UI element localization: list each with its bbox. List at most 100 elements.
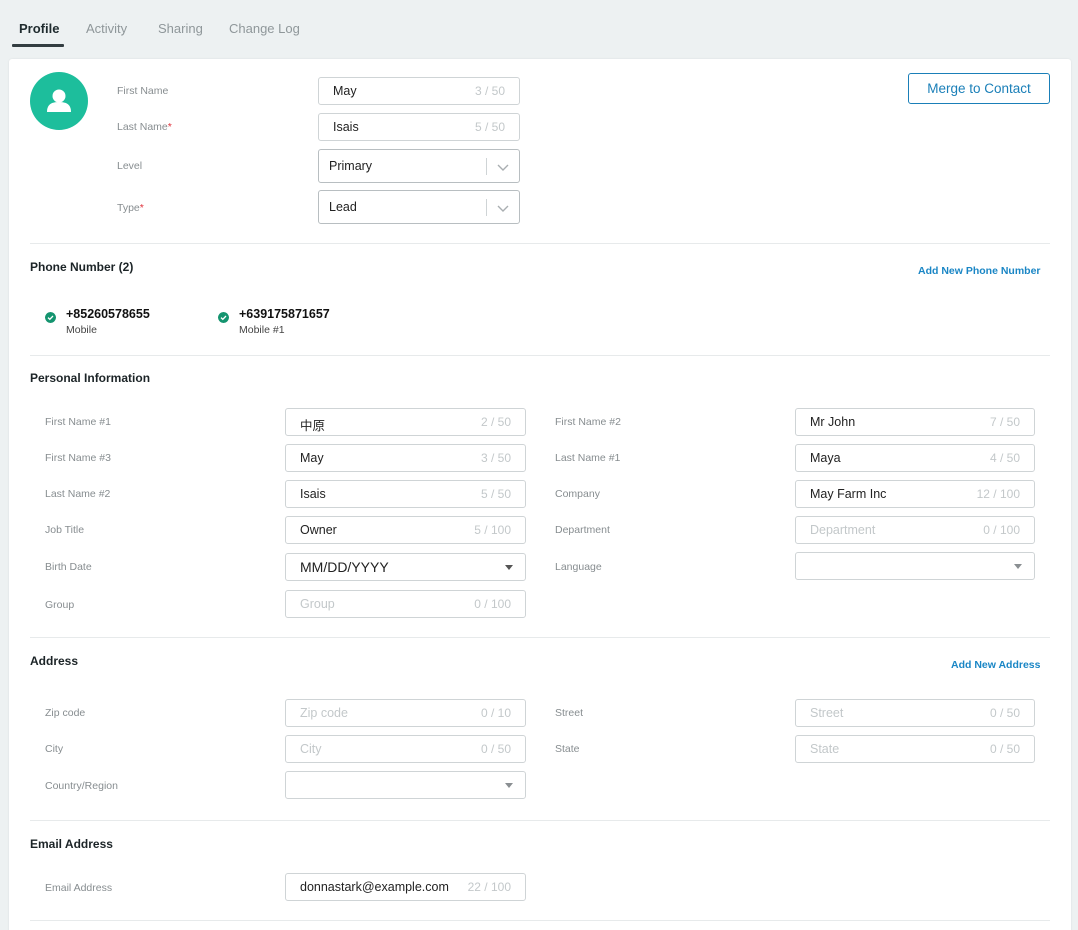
company-value: May Farm Inc xyxy=(810,487,887,501)
first-name-1-value: 中原 xyxy=(300,419,326,433)
email-address-value: donnastark@example.com xyxy=(300,880,449,894)
merge-to-contact-button[interactable]: Merge to Contact xyxy=(908,73,1050,104)
city-input[interactable]: City 0 / 50 xyxy=(285,735,526,763)
type-label-text: Type xyxy=(117,202,140,214)
first-name-3-value: May xyxy=(300,451,324,465)
divider xyxy=(30,637,1050,638)
group-placeholder: Group xyxy=(300,597,335,611)
job-title-value: Owner xyxy=(300,523,337,537)
state-placeholder: State xyxy=(810,742,840,756)
company-input[interactable]: May Farm Inc 12 / 100 xyxy=(795,480,1035,508)
birth-date-value: MM/DD/YYYY xyxy=(300,559,389,575)
first-name-2-count: 7 / 50 xyxy=(989,415,1020,429)
birth-date-label: Birth Date xyxy=(45,561,92,573)
required-mark: * xyxy=(139,202,144,214)
last-name-input[interactable]: Isais 5 / 50 xyxy=(318,113,520,141)
last-name-label-text: Last Name xyxy=(117,121,168,133)
tab-change-log[interactable]: Change Log xyxy=(229,21,300,36)
phone-section-title: Phone Number (2) xyxy=(30,260,134,274)
zip-code-input[interactable]: Zip code 0 / 10 xyxy=(285,699,526,727)
city-label: City xyxy=(45,743,64,755)
profile-card: First Name May 3 / 50 Last Name* Isais 5… xyxy=(9,59,1071,930)
group-input[interactable]: Group 0 / 100 xyxy=(285,590,526,618)
first-name-3-label: First Name #3 xyxy=(45,452,111,464)
tab-profile[interactable]: Profile xyxy=(19,21,59,36)
first-name-2-value: Mr John xyxy=(810,415,856,429)
first-name-3-input[interactable]: May 3 / 50 xyxy=(285,444,526,472)
divider xyxy=(30,355,1050,356)
last-name-2-input[interactable]: Isais 5 / 50 xyxy=(285,480,526,508)
level-value: Primary xyxy=(329,159,373,173)
street-input[interactable]: Street 0 / 50 xyxy=(795,699,1035,727)
caret-down-icon xyxy=(505,783,513,788)
email-address-label: Email Address xyxy=(45,882,113,894)
last-name-2-label: Last Name #2 xyxy=(45,488,111,500)
add-phone-link[interactable]: Add New Phone Number xyxy=(918,265,1041,277)
select-separator xyxy=(486,199,487,216)
first-name-label: First Name xyxy=(117,85,169,97)
first-name-1-label: First Name #1 xyxy=(45,416,111,428)
language-label: Language xyxy=(555,561,602,573)
email-section-title: Email Address xyxy=(30,837,113,851)
company-label: Company xyxy=(555,488,600,500)
level-select[interactable]: Primary xyxy=(318,149,520,183)
department-label: Department xyxy=(555,524,610,536)
first-name-input[interactable]: May 3 / 50 xyxy=(318,77,520,105)
check-circle-icon xyxy=(218,312,229,323)
state-label: State xyxy=(555,743,580,755)
country-region-select[interactable] xyxy=(285,771,526,799)
avatar-person-icon xyxy=(47,89,71,112)
department-placeholder: Department xyxy=(810,523,876,537)
last-name-1-value: Maya xyxy=(810,451,841,465)
birth-date-picker[interactable]: MM/DD/YYYY xyxy=(285,553,526,581)
required-mark: * xyxy=(167,121,172,133)
first-name-count: 3 / 50 xyxy=(474,84,505,98)
department-input[interactable]: Department 0 / 100 xyxy=(795,516,1035,544)
type-value: Lead xyxy=(329,200,357,214)
divider xyxy=(30,920,1050,921)
language-select[interactable] xyxy=(795,552,1035,580)
last-name-count: 5 / 50 xyxy=(474,120,505,134)
first-name-2-input[interactable]: Mr John 7 / 50 xyxy=(795,408,1035,436)
state-count: 0 / 50 xyxy=(989,742,1020,756)
last-name-2-value: Isais xyxy=(300,487,326,501)
zip-code-count: 0 / 10 xyxy=(480,706,511,720)
job-title-label: Job Title xyxy=(45,524,85,536)
type-select[interactable]: Lead xyxy=(318,190,520,224)
chevron-down-icon xyxy=(497,164,509,171)
city-placeholder: City xyxy=(300,742,322,756)
select-separator xyxy=(486,158,487,175)
first-name-2-label: First Name #2 xyxy=(555,416,621,428)
job-title-input[interactable]: Owner 5 / 100 xyxy=(285,516,526,544)
job-title-count: 5 / 100 xyxy=(474,523,511,537)
email-address-input[interactable]: donnastark@example.com 22 / 100 xyxy=(285,873,526,901)
first-name-1-count: 2 / 50 xyxy=(480,415,511,429)
divider xyxy=(30,243,1050,244)
address-section-title: Address xyxy=(30,654,79,668)
caret-down-icon xyxy=(1014,564,1022,569)
email-address-count: 22 / 100 xyxy=(467,880,511,894)
phone-number: +639175871657 xyxy=(239,307,330,321)
divider xyxy=(30,820,1050,821)
tab-bar: Profile Activity Sharing Change Log xyxy=(0,0,1078,56)
state-input[interactable]: State 0 / 50 xyxy=(795,735,1035,763)
last-name-2-count: 5 / 50 xyxy=(480,487,511,501)
avatar xyxy=(30,72,88,130)
last-name-1-input[interactable]: Maya 4 / 50 xyxy=(795,444,1035,472)
phone-type: Mobile xyxy=(66,324,97,336)
department-count: 0 / 100 xyxy=(983,523,1020,537)
active-tab-indicator xyxy=(12,44,64,47)
city-count: 0 / 50 xyxy=(480,742,511,756)
company-count: 12 / 100 xyxy=(976,487,1020,501)
type-label: Type* xyxy=(117,202,144,214)
first-name-1-input[interactable]: 中原 2 / 50 xyxy=(285,408,526,436)
add-address-link[interactable]: Add New Address xyxy=(951,659,1040,671)
tab-activity[interactable]: Activity xyxy=(86,21,127,36)
zip-code-label: Zip code xyxy=(45,707,86,719)
personal-section-title: Personal Information xyxy=(30,371,151,385)
chevron-down-icon xyxy=(497,205,509,212)
street-count: 0 / 50 xyxy=(989,706,1020,720)
group-count: 0 / 100 xyxy=(474,597,511,611)
first-name-value: May xyxy=(333,84,357,98)
tab-sharing[interactable]: Sharing xyxy=(158,21,203,36)
